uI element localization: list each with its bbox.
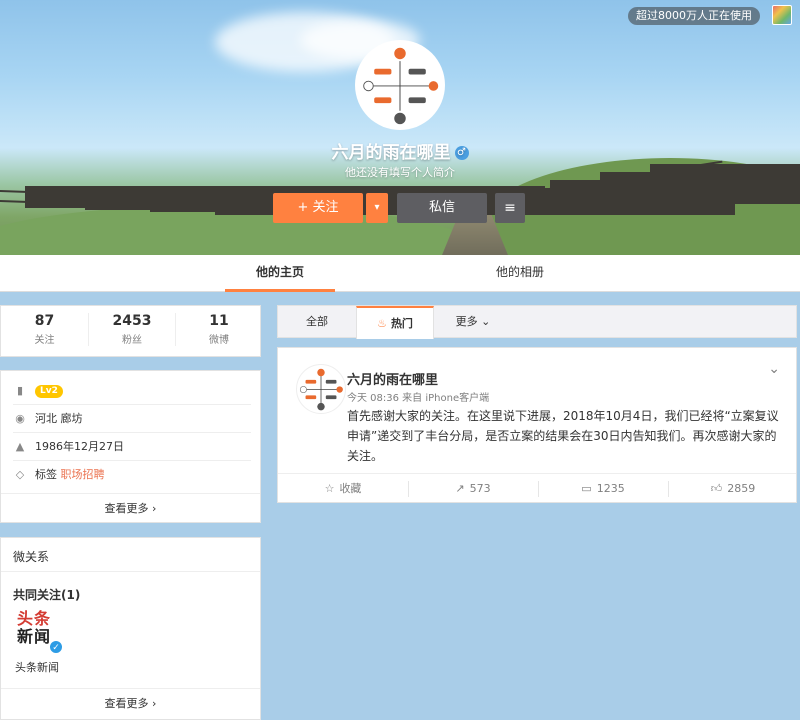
collect-label: 收藏 (339, 482, 362, 495)
mindmap-avatar-icon (299, 368, 343, 411)
post-actions: ☆ 收藏 ↗ 573 ▭ 1235 👍︎ 2859 (278, 473, 796, 503)
profile-name-row: 六月的雨在哪里 ♂ (0, 138, 800, 163)
repost-count: 573 (469, 482, 491, 495)
filter-hot[interactable]: ♨ 热门 (356, 306, 434, 339)
tags-row: ◇ 标签 职场招聘 (13, 461, 251, 489)
post-text: 首先感谢大家的关注。在这里说下进展，2018年10月4日，我们已经将“立案复议申… (347, 409, 779, 463)
divider (1, 571, 260, 572)
stat-label: 关注 (34, 335, 55, 346)
post-avatar[interactable] (296, 364, 346, 414)
birthday-text: 1986年12月27日 (35, 440, 124, 453)
menu-icon[interactable]: ≡ (495, 193, 525, 223)
stat-number: 2453 (112, 313, 152, 329)
comment-count: 1235 (596, 482, 625, 495)
follow-dropdown-button[interactable]: ▾ (366, 193, 388, 223)
follow-button[interactable]: + 关注 (273, 193, 363, 223)
location-text: 河北 廊坊 (35, 412, 83, 425)
filter-all[interactable]: 全部 (278, 306, 356, 339)
mindmap-avatar-icon (363, 47, 439, 125)
logo-line: 头条 (17, 609, 52, 628)
relations-card: 微关系 共同关注(1) 头条 新闻 ✓ 头条新闻 查看更多 › (0, 537, 261, 720)
filter-more[interactable]: 更多 ⌄ (443, 306, 503, 339)
birthday-row: ▲ 1986年12月27日 (13, 433, 251, 461)
toutiao-logo[interactable]: 头条 新闻 ✓ (17, 609, 63, 654)
star-icon: ☆ (324, 482, 335, 495)
stat-number: 87 (34, 313, 55, 329)
tab-home[interactable]: 他的主页 (225, 255, 335, 292)
like-count: 2859 (727, 482, 756, 495)
info-card: ▮ Lv2 ◉ 河北 廊坊 ▲ 1986年12月27日 ◇ 标签 职场招聘 查看更多 › (0, 370, 261, 523)
feed-filter-bar: 全部 ♨ 热门 更多 ⌄ (277, 305, 797, 339)
avatar[interactable] (355, 40, 445, 130)
cake-icon: ▲ (15, 440, 25, 453)
male-icon: ♂ (454, 146, 469, 160)
comment-icon: ▭ (581, 482, 592, 495)
profile-bio: 他还没有填写个人简介 (345, 166, 455, 179)
comment-button[interactable]: ▭ 1235 (538, 474, 668, 504)
thumbs-up-icon: 👍︎ (710, 482, 723, 495)
tags-label: 标签 (35, 468, 57, 481)
relations-title: 微关系 (13, 550, 50, 564)
stat-label: 粉丝 (122, 335, 142, 346)
cover-banner: 超过8000万人正在使用 六月的雨在哪里 ♂ 他还没有填写个人简介 + 关注 ▾ … (0, 0, 800, 255)
common-follow-heading: 共同关注(1) (13, 588, 81, 602)
message-button[interactable]: 私信 (397, 193, 487, 223)
relations-see-more-button[interactable]: 查看更多 › (1, 688, 260, 718)
location-pin-icon: ◉ (15, 412, 25, 425)
common-follow-name[interactable]: 头条新闻 (15, 659, 59, 675)
app-logo-icon[interactable] (772, 5, 792, 25)
verified-icon: ✓ (49, 640, 63, 654)
stat-followers[interactable]: 2453 粉丝 (88, 313, 175, 346)
profile-name: 六月的雨在哪里 (331, 143, 451, 163)
info-see-more-button[interactable]: 查看更多 › (1, 493, 260, 523)
post-meta: 今天 08:36 来自 iPhone客户端 (347, 393, 490, 404)
level-row: ▮ Lv2 (13, 377, 251, 405)
post-card: 六月的雨在哪里 今天 08:36 来自 iPhone客户端 首先感谢大家的关注。… (277, 347, 797, 503)
usage-badge: 超过8000万人正在使用 (628, 7, 760, 25)
tab-album[interactable]: 他的相册 (465, 255, 575, 292)
collect-button[interactable]: ☆ 收藏 (278, 474, 408, 504)
profile-tabbar: 他的主页 他的相册 (0, 255, 800, 292)
stat-number: 11 (209, 313, 229, 329)
repost-button[interactable]: ↗ 573 (408, 474, 538, 504)
repost-icon: ↗ (455, 482, 465, 495)
chevron-down-icon[interactable]: ⌄ (768, 361, 780, 377)
tag-icon: ◇ (15, 468, 25, 481)
tag-link[interactable]: 职场招聘 (61, 468, 105, 481)
post-author[interactable]: 六月的雨在哪里 (347, 369, 438, 388)
fire-icon: ♨ (377, 317, 387, 330)
filter-hot-label: 热门 (390, 317, 413, 330)
level-badge[interactable]: Lv2 (35, 384, 63, 398)
stats-card: 87 关注 2453 粉丝 11 微博 (0, 305, 261, 357)
stat-following[interactable]: 87 关注 (1, 313, 88, 346)
location-row: ◉ 河北 廊坊 (13, 405, 251, 433)
stat-posts[interactable]: 11 微博 (175, 313, 262, 346)
like-button[interactable]: 👍︎ 2859 (668, 474, 798, 504)
stat-label: 微博 (209, 335, 229, 346)
bookmark-icon: ▮ (16, 384, 24, 397)
